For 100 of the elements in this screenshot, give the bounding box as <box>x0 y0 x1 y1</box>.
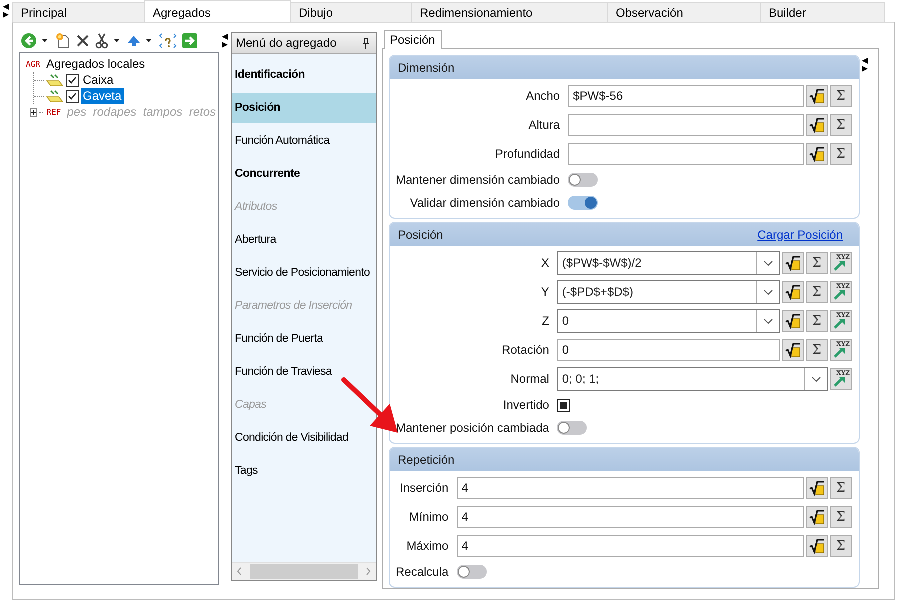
tab[interactable]: Principal <box>12 2 145 22</box>
checkbox[interactable] <box>66 74 79 86</box>
sum-button[interactable]: Σ <box>830 477 852 499</box>
arrow-icon <box>834 260 846 271</box>
collapse-arrows-icon[interactable] <box>221 33 229 49</box>
dropdown-field[interactable]: 0; 0; 1; <box>557 367 828 391</box>
field-label: X <box>541 256 550 270</box>
collapse-arrows-icon[interactable] <box>2 3 10 19</box>
drawer-icon <box>46 73 64 87</box>
type-tag: AGR <box>24 60 42 68</box>
checkbox[interactable] <box>557 398 570 412</box>
tab[interactable]: Dibujo <box>290 2 412 22</box>
menu-item[interactable]: Concurrente <box>232 159 376 189</box>
text-field[interactable]: 4 <box>456 506 804 528</box>
toggle-switch[interactable] <box>568 196 598 210</box>
menu-item[interactable]: Tags <box>232 456 376 486</box>
caret-icon[interactable] <box>42 39 48 43</box>
link[interactable]: Cargar Posición <box>758 228 843 242</box>
field-label: Profundidad <box>495 147 560 161</box>
checkbox[interactable] <box>66 90 79 102</box>
formula-button[interactable] <box>782 252 804 274</box>
arrow-icon <box>834 347 846 358</box>
up-arrow-icon[interactable] <box>127 35 141 47</box>
toggle-switch[interactable] <box>557 421 588 435</box>
formula-button[interactable] <box>782 281 804 303</box>
delete-icon[interactable] <box>76 34 90 48</box>
field-label: Z <box>542 314 550 328</box>
toggle-switch[interactable] <box>456 565 487 579</box>
tab[interactable]: Agregados <box>144 0 291 22</box>
menu-item[interactable]: Función Automática <box>232 126 376 156</box>
scissors-icon[interactable] <box>95 33 109 49</box>
menu-item[interactable]: Servicio de Posicionamiento <box>232 258 376 288</box>
tab[interactable]: Posición <box>384 30 442 51</box>
back-icon[interactable] <box>21 33 37 49</box>
field-label: Altura <box>528 118 560 132</box>
tree-item[interactable]: Agregados locales <box>44 56 148 72</box>
arrow-icon <box>834 376 846 387</box>
formula-button[interactable] <box>782 339 804 361</box>
sum-button[interactable]: Σ <box>830 535 852 557</box>
sum-button[interactable]: Σ <box>830 143 852 165</box>
chevron-icon <box>764 318 772 324</box>
formula-button[interactable] <box>806 85 828 107</box>
menu-item[interactable]: Función de Puerta <box>232 324 376 354</box>
toggle-switch[interactable] <box>568 173 598 187</box>
formula-button[interactable] <box>806 477 828 499</box>
formula-button[interactable] <box>782 310 804 332</box>
pin-icon[interactable] <box>362 38 370 48</box>
formula-icon <box>785 342 801 358</box>
tree-item[interactable]: Caixa <box>81 72 116 88</box>
sum-button[interactable]: Σ <box>830 85 852 107</box>
formula-icon <box>809 538 825 554</box>
menu-item[interactable]: Posición <box>232 93 376 123</box>
sum-button[interactable]: Σ <box>806 281 828 303</box>
chevron-icon <box>812 376 820 382</box>
field-label: Validar dimensión cambiado <box>410 196 560 210</box>
menu-item[interactable]: Condición de Visibilidad <box>232 423 376 453</box>
sum-button[interactable]: Σ <box>830 114 852 136</box>
caret-icon[interactable] <box>114 39 120 43</box>
dropdown-field[interactable]: 0 <box>557 309 780 333</box>
formula-icon <box>809 509 825 525</box>
formula-icon <box>785 284 801 300</box>
formula-button[interactable] <box>806 143 828 165</box>
formula-button[interactable] <box>806 535 828 557</box>
sum-button[interactable]: Σ <box>806 310 828 332</box>
caret-icon[interactable] <box>146 39 152 43</box>
structure-icon[interactable] <box>159 32 177 50</box>
field-label: Mantener posición cambiada <box>396 421 550 435</box>
chevron-icon <box>764 260 772 266</box>
formula-icon <box>785 313 801 329</box>
sum-button[interactable]: Σ <box>806 339 828 361</box>
dropdown-field[interactable]: ($PW$-$W$)/2 <box>557 251 780 275</box>
formula-button[interactable] <box>806 114 828 136</box>
field-label: Inserción <box>400 481 449 495</box>
tree-item[interactable]: Gaveta <box>81 88 124 104</box>
text-field[interactable]: 4 <box>456 535 804 557</box>
formula-button[interactable] <box>806 506 828 528</box>
drawer-icon <box>46 89 64 103</box>
menu-item[interactable]: Identificación <box>232 60 376 90</box>
exit-icon[interactable] <box>182 33 198 49</box>
menu-item[interactable]: Función de Traviesa <box>232 357 376 387</box>
menu-item[interactable]: Abertura <box>232 225 376 255</box>
tab[interactable]: Observación <box>607 2 761 22</box>
text-field[interactable]: 4 <box>456 477 804 499</box>
text-field[interactable] <box>568 114 804 136</box>
tab[interactable]: Builder <box>760 2 885 22</box>
group-title: Repetición <box>398 452 455 466</box>
formula-icon <box>809 117 825 133</box>
sum-button[interactable]: Σ <box>830 506 852 528</box>
field-label: Ancho <box>526 89 560 103</box>
sum-button[interactable]: Σ <box>806 252 828 274</box>
text-field[interactable] <box>568 143 804 165</box>
text-field[interactable]: 0 <box>557 339 780 361</box>
field-label: Rotación <box>502 343 550 357</box>
arrow-icon <box>834 318 846 329</box>
text-field[interactable]: $PW$-56 <box>568 85 804 107</box>
dropdown-field[interactable]: (-$PD$+$D$) <box>557 280 780 304</box>
collapse-arrows-icon[interactable] <box>861 57 869 73</box>
new-document-icon[interactable] <box>55 33 71 49</box>
tab[interactable]: Redimensionamiento <box>411 2 608 22</box>
formula-icon <box>809 88 825 104</box>
